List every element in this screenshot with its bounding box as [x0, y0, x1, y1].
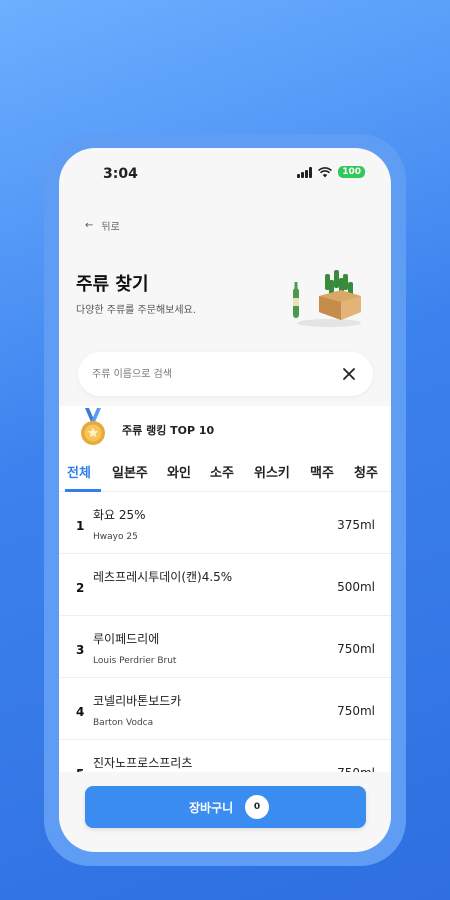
- medal-icon: [81, 408, 105, 445]
- list-item[interactable]: 2 레츠프레시투데이(캔)4.5% 500ml: [59, 554, 391, 616]
- item-volume: 500ml: [337, 580, 375, 594]
- item-rank: 2: [76, 581, 85, 595]
- item-name: 화요 25%: [93, 508, 146, 522]
- list-item[interactable]: 1 화요 25% Hwayo 25 375ml: [59, 492, 391, 554]
- item-rank: 4: [76, 705, 85, 719]
- search-input[interactable]: [92, 364, 322, 384]
- item-rank: 3: [76, 643, 85, 657]
- item-volume: 750ml: [337, 704, 375, 718]
- bottles-crate-icon: [293, 270, 361, 327]
- tab-wine[interactable]: 와인: [167, 462, 191, 481]
- list-item[interactable]: 3 루이페드리에 Louis Perdrier Brut 750ml: [59, 616, 391, 678]
- ranking-title: 주류 랭킹 TOP 10: [122, 424, 215, 437]
- item-name-en: Barton Vodca: [93, 718, 154, 728]
- back-label: 뒤로: [101, 222, 120, 233]
- status-icons: 100: [297, 166, 365, 178]
- ranking-list: 1 화요 25% Hwayo 25 375ml 2 레츠프레시투데이(캔)4.5…: [59, 492, 391, 772]
- tab-soju[interactable]: 소주: [210, 462, 234, 481]
- item-volume: 375ml: [337, 518, 375, 532]
- tab-all[interactable]: 전체: [67, 462, 91, 481]
- tab-cheongju[interactable]: 청주: [354, 462, 378, 481]
- signal-icon: [297, 166, 313, 178]
- item-name: 레츠프레시투데이(캔)4.5%: [93, 570, 233, 584]
- search-bar: [78, 352, 373, 396]
- item-name: 진자노프로스프리츠: [93, 756, 193, 770]
- tab-sake[interactable]: 일본주: [112, 462, 148, 481]
- close-icon[interactable]: [339, 364, 359, 384]
- cart-label: 장바구니: [189, 801, 234, 815]
- ranking-header: 주류 랭킹 TOP 10: [59, 406, 391, 450]
- item-name-en: Louis Perdrier Brut: [93, 656, 177, 666]
- list-item[interactable]: 5 진자노프로스프리츠 750ml: [59, 740, 391, 772]
- tab-beer[interactable]: 맥주: [310, 462, 334, 481]
- cart-count-badge: 0: [245, 795, 269, 819]
- phone-screen: 3:04 100 ← 뒤로 주류 찾기 다양한 주류를 주문해보세요. 주류 이…: [59, 148, 391, 852]
- arrow-left-icon: ←: [85, 220, 94, 231]
- list-item[interactable]: 4 코넬리바톤보드카 Barton Vodca 750ml: [59, 678, 391, 740]
- category-tabs: 전체 일본주 와인 소주 위스키 맥주 청주: [59, 450, 391, 492]
- tab-whisky[interactable]: 위스키: [254, 462, 290, 481]
- status-bar: 3:04 100: [59, 148, 391, 198]
- item-name-en: Hwayo 25: [93, 532, 138, 542]
- battery-badge: 100: [338, 166, 365, 178]
- status-time: 3:04: [103, 166, 138, 182]
- item-rank: 1: [76, 519, 85, 533]
- item-volume: 750ml: [337, 642, 375, 656]
- item-name: 코넬리바톤보드카: [93, 694, 182, 708]
- item-name: 루이페드리에: [93, 632, 160, 646]
- page-title: 주류 찾기: [76, 274, 149, 295]
- wifi-icon: [318, 166, 333, 177]
- page-subtitle: 다양한 주류를 주문해보세요.: [76, 305, 196, 316]
- back-button[interactable]: ← 뒤로: [85, 218, 120, 233]
- cart-button[interactable]: 장바구니 0: [85, 786, 366, 828]
